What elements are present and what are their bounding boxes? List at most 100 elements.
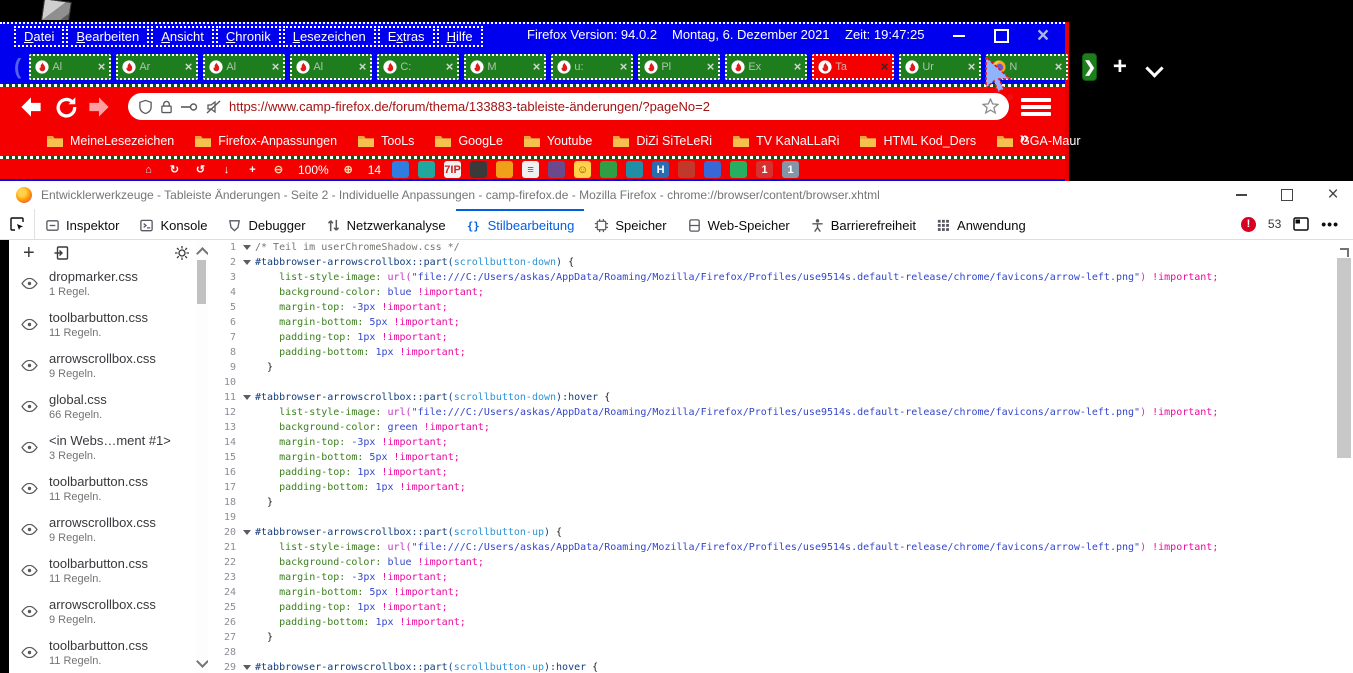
menu-extras[interactable]: Extras (378, 26, 435, 47)
code-line[interactable]: 7 padding-top: 1px !important; (208, 330, 1335, 345)
browser-tab[interactable]: Al× (29, 54, 111, 80)
close-button[interactable]: × (1325, 187, 1341, 203)
tab-close-icon[interactable]: × (1055, 61, 1063, 73)
dock-icon[interactable] (1293, 217, 1309, 231)
code-line[interactable]: 22 background-color: blue !important; (208, 555, 1335, 570)
bookmark-item[interactable]: TooLs (357, 134, 414, 148)
download-icon[interactable]: ↓ (218, 161, 235, 178)
desktop-shortcut-icon[interactable] (38, 0, 74, 20)
minimize-button[interactable] (1233, 187, 1249, 203)
tab-web-speicher[interactable]: Web-Speicher (677, 209, 800, 239)
browser-tab[interactable]: Ur× (899, 54, 981, 80)
badge-gray-1[interactable]: 1 (782, 161, 799, 178)
code-line[interactable]: 4 background-color: blue !important; (208, 285, 1335, 300)
visibility-eye-icon[interactable] (9, 483, 49, 494)
bookmark-item[interactable]: MeineLesezeichen (46, 134, 174, 148)
code-line[interactable]: 3 list-style-image: url("file:///C:/User… (208, 270, 1335, 285)
browser-tab[interactable]: Pl× (638, 54, 720, 80)
code-line[interactable]: 25 padding-top: 1px !important; (208, 600, 1335, 615)
app-menu-icon[interactable] (1021, 95, 1051, 119)
tab-close-icon[interactable]: × (98, 61, 106, 73)
browser-tab[interactable]: Ta× (812, 54, 894, 80)
code-line[interactable]: 19 (208, 510, 1335, 525)
code-line[interactable]: 23 margin-top: -3px !important; (208, 570, 1335, 585)
back-button[interactable] (14, 92, 48, 122)
editor-scrollbar[interactable] (1335, 240, 1353, 673)
code-line[interactable]: 14 margin-top: -3px !important; (208, 435, 1335, 450)
bookmark-item[interactable]: GGA-Maur (996, 134, 1080, 148)
code-line[interactable]: 15 margin-bottom: 5px !important; (208, 450, 1335, 465)
visibility-eye-icon[interactable] (9, 647, 49, 658)
maximize-button[interactable] (993, 28, 1009, 44)
menu-chronik[interactable]: Chronik (216, 26, 281, 47)
tab-debugger[interactable]: Debugger (217, 209, 315, 239)
browser-tab[interactable]: Ar× (116, 54, 198, 80)
code-line[interactable]: 17 padding-bottom: 1px !important; (208, 480, 1335, 495)
code-line[interactable]: 26 padding-bottom: 1px !important; (208, 615, 1335, 630)
new-window-icon[interactable]: + (244, 161, 261, 178)
bookmark-item[interactable]: TV KaNaLLaRi (732, 134, 839, 148)
bookmark-item[interactable]: Youtube (523, 134, 592, 148)
sync-icon[interactable] (392, 161, 409, 178)
scrollbar-thumb[interactable] (1337, 258, 1351, 458)
code-line[interactable]: 12 list-style-image: url("file:///C:/Use… (208, 405, 1335, 420)
tab-barrierefreiheit[interactable]: Barrierefreiheit (800, 209, 926, 239)
maximize-button[interactable] (1279, 187, 1295, 203)
stylesheet-item[interactable]: toolbarbutton.css11 Regeln. (9, 468, 196, 509)
browser-tab[interactable]: Al× (203, 54, 285, 80)
import-stylesheet-icon[interactable] (53, 245, 70, 261)
gear-icon[interactable] (496, 161, 513, 178)
visibility-eye-icon[interactable] (9, 319, 49, 330)
code-line[interactable]: 1/* Teil im userChromeShadow.css */ (208, 240, 1335, 255)
tools-icon[interactable] (470, 161, 487, 178)
stylesheet-item[interactable]: toolbarbutton.css11 Regeln. (9, 550, 196, 591)
code-line[interactable]: 28 (208, 645, 1335, 660)
stylesheet-item[interactable]: <in Webs…ment #1>3 Regeln. (9, 427, 196, 468)
tab-close-icon[interactable]: × (272, 61, 280, 73)
stylesheet-item[interactable]: arrowscrollbox.css9 Regeln. (9, 509, 196, 550)
visibility-eye-icon[interactable] (9, 360, 49, 371)
fold-gutter[interactable] (239, 255, 255, 270)
stylesheet-item[interactable]: arrowscrollbox.css9 Regeln. (9, 591, 196, 632)
code-line[interactable]: 29#tabbrowser-arrowscrollbox::part(scrol… (208, 660, 1335, 673)
notes-icon[interactable]: ≡ (522, 161, 539, 178)
tab-speicher[interactable]: Speicher (584, 209, 676, 239)
bookmark-item[interactable]: HTML Kod_Ders (859, 134, 976, 148)
stylesheet-item[interactable]: arrowscrollbox.css9 Regeln. (9, 345, 196, 386)
new-tab-button[interactable]: + (1113, 56, 1127, 78)
code-line[interactable]: 18 } (208, 495, 1335, 510)
code-line[interactable]: 10 (208, 375, 1335, 390)
stylesheet-item[interactable]: dropmarker.css1 Regel. (9, 263, 196, 304)
camera-icon[interactable] (626, 161, 643, 178)
menu-datei[interactable]: Datei (14, 26, 64, 47)
fold-gutter[interactable] (239, 240, 255, 255)
lock-icon[interactable] (160, 99, 173, 115)
code-line[interactable]: 27 } (208, 630, 1335, 645)
menu-ansicht[interactable]: Ansicht (151, 26, 214, 47)
tab-close-icon[interactable]: × (707, 61, 715, 73)
reload-alt-icon[interactable]: ↻ (166, 161, 183, 178)
scroll-tabs-right-button[interactable]: ❯ (1082, 53, 1097, 81)
visibility-eye-icon[interactable] (9, 524, 49, 535)
bookmark-item[interactable]: Firefox-Anpassungen (194, 134, 337, 148)
menu-lesezeichen[interactable]: Lesezeichen (283, 26, 376, 47)
reload-button[interactable] (48, 92, 82, 122)
browser-tab[interactable]: M× (464, 54, 546, 80)
autoplay-blocked-icon[interactable] (205, 99, 222, 115)
tab-close-icon[interactable]: × (446, 61, 454, 73)
zip-icon[interactable]: 7IP (444, 161, 461, 178)
tab-inspektor[interactable]: Inspektor (35, 209, 129, 239)
code-line[interactable]: 11#tabbrowser-arrowscrollbox::part(scrol… (208, 390, 1335, 405)
tab-close-icon[interactable]: × (968, 61, 976, 73)
tab-close-icon[interactable]: × (359, 61, 367, 73)
smiley-icon[interactable]: ☺ (574, 161, 591, 178)
browser-tab[interactable]: C:× (377, 54, 459, 80)
stylesheet-item[interactable]: toolbarbutton.css11 Regeln. (9, 632, 196, 673)
fold-gutter[interactable] (239, 525, 255, 540)
options-gear-icon[interactable] (174, 245, 190, 261)
fold-gutter[interactable] (239, 390, 255, 405)
code-line[interactable]: 6 margin-bottom: 5px !important; (208, 315, 1335, 330)
css-source-editor[interactable]: 1/* Teil im userChromeShadow.css */2#tab… (208, 240, 1335, 673)
code-line[interactable]: 16 padding-top: 1px !important; (208, 465, 1335, 480)
undo-icon[interactable]: ↺ (192, 161, 209, 178)
